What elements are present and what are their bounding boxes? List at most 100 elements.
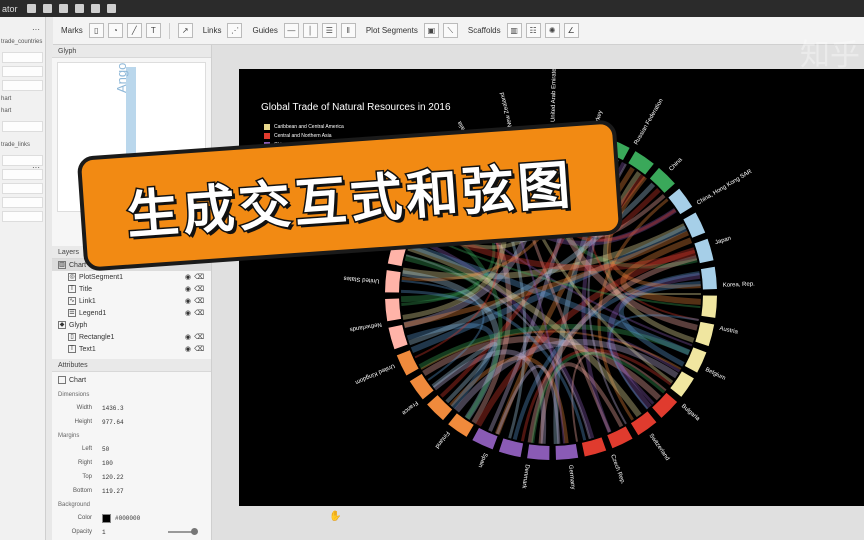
eraser-icon[interactable]: ⌫ bbox=[194, 333, 204, 341]
line-tool-icon[interactable]: ╱ bbox=[126, 23, 142, 38]
country-arc[interactable] bbox=[695, 321, 715, 347]
symbol-tool-icon[interactable]: ◔ bbox=[107, 23, 123, 38]
dataset-countries[interactable]: trade_countries bbox=[0, 37, 45, 49]
margin-bottom-label: Bottom bbox=[72, 488, 92, 494]
dataset-row[interactable] bbox=[2, 211, 43, 222]
dataset-item-chart[interactable]: hart bbox=[0, 94, 45, 106]
link-tool-icon[interactable]: ↗ bbox=[177, 23, 193, 38]
eye-icon[interactable]: ◉ bbox=[185, 285, 191, 293]
separator bbox=[168, 22, 170, 39]
scaffold-polar-icon[interactable]: ✺ bbox=[544, 23, 560, 38]
glyph-text[interactable]: Angola bbox=[114, 63, 129, 93]
layer-item[interactable]: T Text1 ◉ ⌫ bbox=[52, 343, 211, 355]
country-arc[interactable] bbox=[581, 437, 607, 457]
layer-item[interactable]: ◆ Glyph bbox=[52, 319, 211, 331]
country-arc[interactable] bbox=[630, 411, 657, 436]
country-label: Czech Rep. bbox=[609, 454, 626, 486]
margin-left-label: Left bbox=[81, 446, 92, 452]
opacity-input[interactable]: 1 bbox=[102, 529, 106, 536]
redo-icon[interactable] bbox=[91, 4, 100, 13]
delete-icon[interactable] bbox=[107, 4, 116, 13]
open-folder-icon[interactable] bbox=[43, 4, 52, 13]
layer-item[interactable]: ▯ Rectangle1 ◉ ⌫ bbox=[52, 331, 211, 343]
eraser-icon[interactable]: ⌫ bbox=[194, 297, 204, 305]
eraser-icon[interactable]: ⌫ bbox=[194, 345, 204, 353]
country-arc[interactable] bbox=[385, 270, 401, 293]
scaffolds-label: Scaffolds bbox=[467, 26, 501, 35]
country-arc[interactable] bbox=[388, 324, 408, 350]
eye-icon[interactable]: ◉ bbox=[185, 297, 191, 305]
country-arc[interactable] bbox=[472, 427, 498, 450]
guide-horizontal-icon[interactable]: — bbox=[283, 23, 299, 38]
layer-item[interactable]: T Title ◉ ⌫ bbox=[52, 283, 211, 295]
scaffold-vertical-icon[interactable]: ☷ bbox=[525, 23, 541, 38]
country-arc[interactable] bbox=[701, 295, 717, 318]
opacity-row: Opacity 1 bbox=[52, 525, 211, 539]
margin-bottom-input[interactable]: 119.27 bbox=[102, 488, 124, 495]
color-swatch[interactable] bbox=[102, 513, 111, 523]
country-arc[interactable] bbox=[498, 438, 524, 458]
save-icon[interactable] bbox=[59, 4, 68, 13]
dataset-links[interactable]: trade_links bbox=[0, 140, 45, 152]
dataset-row[interactable] bbox=[2, 183, 43, 194]
chart-title[interactable]: Global Trade of Natural Resources in 201… bbox=[261, 102, 451, 113]
eye-icon[interactable]: ◉ bbox=[185, 333, 191, 341]
eye-icon[interactable]: ◉ bbox=[185, 345, 191, 353]
margin-right-input[interactable]: 100 bbox=[102, 460, 113, 467]
dataset-row[interactable] bbox=[2, 52, 43, 63]
country-arc[interactable] bbox=[607, 426, 633, 449]
toolbar: Marks ▯ ◔ ╱ T ↗ Links ⋰ Guides — │ ☰ ‖ P… bbox=[53, 17, 864, 45]
country-arc[interactable] bbox=[694, 238, 714, 264]
scatter-link-icon[interactable]: ⋰ bbox=[227, 23, 243, 38]
layer-label: Legend1 bbox=[79, 309, 107, 317]
eraser-icon[interactable]: ⌫ bbox=[194, 309, 204, 317]
country-arc[interactable] bbox=[555, 443, 579, 460]
layer-item[interactable]: ∿ Link1 ◉ ⌫ bbox=[52, 295, 211, 307]
undo-icon[interactable] bbox=[75, 4, 84, 13]
text-tool-icon[interactable]: T bbox=[145, 23, 161, 38]
dimensions-label: Dimensions bbox=[58, 391, 90, 398]
eye-icon[interactable]: ◉ bbox=[185, 273, 191, 281]
glyph-icon: ◆ bbox=[58, 321, 66, 329]
glyph-section-header[interactable]: Glyph bbox=[52, 45, 211, 58]
layer-item[interactable]: ◎ PlotSegment1 ◉ ⌫ bbox=[52, 271, 211, 283]
country-arc[interactable] bbox=[527, 444, 550, 460]
scaffold-curve-icon[interactable]: ∠ bbox=[563, 23, 579, 38]
dataset-row[interactable] bbox=[2, 80, 43, 91]
dataset-row[interactable] bbox=[2, 66, 43, 77]
margin-left-input[interactable]: 50 bbox=[102, 446, 109, 453]
country-arc[interactable] bbox=[396, 350, 419, 376]
dataset-row[interactable] bbox=[2, 121, 43, 132]
width-input[interactable]: 1436.3 bbox=[102, 405, 124, 412]
color-input[interactable]: #000000 bbox=[115, 515, 140, 522]
new-file-icon[interactable] bbox=[27, 4, 36, 13]
eraser-icon[interactable]: ⌫ bbox=[194, 273, 204, 281]
rectangle-icon: ▯ bbox=[68, 333, 76, 341]
eye-icon[interactable]: ◉ bbox=[185, 309, 191, 317]
guide-grid-icon[interactable]: ☰ bbox=[321, 23, 337, 38]
plot-segment-region-icon[interactable]: ▣ bbox=[423, 23, 439, 38]
layer-label: Title bbox=[79, 285, 92, 293]
menu-dots[interactable]: ··· bbox=[32, 163, 40, 172]
rectangle-tool-icon[interactable]: ▯ bbox=[88, 23, 104, 38]
dataset-row[interactable] bbox=[2, 197, 43, 208]
attributes-section-header[interactable]: Attributes bbox=[52, 359, 211, 372]
country-label: Spain bbox=[477, 452, 488, 468]
country-arc[interactable] bbox=[385, 298, 402, 322]
legend-item[interactable]: Caribbean and Central America bbox=[264, 122, 344, 131]
scaffold-horizontal-icon[interactable]: ▥ bbox=[506, 23, 522, 38]
height-row: Height 977.64 bbox=[52, 415, 211, 429]
height-input[interactable]: 977.64 bbox=[102, 419, 124, 426]
country-label: Denmark bbox=[520, 464, 530, 490]
guide-columns-icon[interactable]: ‖ bbox=[340, 23, 356, 38]
menu-dots[interactable]: ··· bbox=[32, 25, 40, 34]
guide-vertical-icon[interactable]: │ bbox=[302, 23, 318, 38]
margin-right-row: Right 100 bbox=[52, 456, 211, 470]
layer-item[interactable]: ☰ Legend1 ◉ ⌫ bbox=[52, 307, 211, 319]
eraser-icon[interactable]: ⌫ bbox=[194, 285, 204, 293]
country-arc[interactable] bbox=[700, 266, 717, 290]
margin-top-input[interactable]: 120.22 bbox=[102, 474, 124, 481]
dataset-item-chart[interactable]: hart bbox=[0, 106, 45, 118]
plot-segment-line-icon[interactable]: ⟍ bbox=[442, 23, 458, 38]
opacity-slider[interactable] bbox=[167, 528, 198, 535]
